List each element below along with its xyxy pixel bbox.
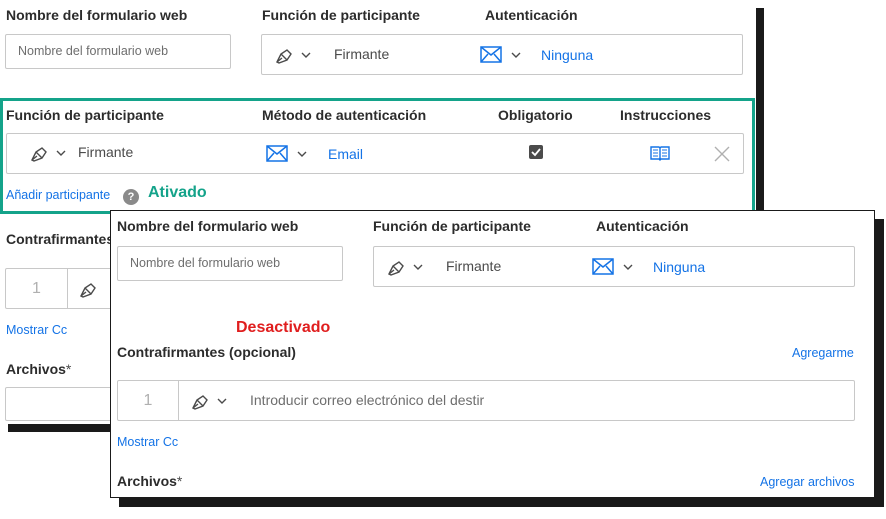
add-files-link[interactable]: Agregar archivos (760, 475, 855, 489)
required-label: Obligatorio (498, 107, 573, 123)
participant-role-value: Firmante (446, 258, 502, 274)
required-checkbox[interactable] (529, 145, 543, 159)
countersigners-label: Contrafirmantes (6, 231, 115, 247)
countersigner-row[interactable]: 1 Introducir correo electrónico del dest… (117, 380, 855, 421)
front-panel: Nombre del formulario web Función de par… (110, 210, 875, 498)
web-form-name-placeholder: Nombre del formulario web (130, 256, 281, 270)
chevron-down-icon[interactable] (55, 146, 67, 164)
instructions-label: Instrucciones (620, 107, 712, 123)
authentication-label: Autenticación (485, 7, 578, 23)
envelope-icon[interactable] (480, 46, 502, 68)
participant-role-label: Función de participante (6, 107, 164, 123)
participant-row[interactable]: Firmante Email (6, 133, 744, 174)
email-input-placeholder[interactable]: Introducir correo electrónico del destir (250, 392, 484, 408)
chevron-down-icon[interactable] (300, 48, 312, 66)
order-number: 1 (6, 269, 68, 308)
chevron-down-icon[interactable] (622, 260, 634, 278)
enabled-status: Ativado (148, 184, 207, 201)
chevron-down-icon[interactable] (412, 260, 424, 278)
envelope-icon[interactable] (266, 145, 288, 167)
pen-icon[interactable] (386, 257, 408, 282)
chevron-down-icon[interactable] (216, 394, 228, 412)
files-dropzone[interactable] (5, 387, 115, 421)
add-participant-link[interactable]: Añadir participante (6, 188, 110, 202)
auth-method-value[interactable]: Email (328, 146, 363, 162)
pen-icon[interactable] (274, 45, 296, 70)
web-form-name-label: Nombre del formulario web (117, 218, 299, 234)
countersigners-label: Contrafirmantes (opcional) (117, 344, 296, 360)
participant-row[interactable]: Firmante Ninguna (261, 34, 743, 75)
web-form-name-label: Nombre del formulario web (6, 7, 188, 23)
web-form-name-placeholder: Nombre del formulario web (18, 44, 169, 58)
pen-icon[interactable] (190, 391, 212, 416)
pen-icon[interactable] (78, 279, 100, 304)
show-cc-link[interactable]: Mostrar Cc (6, 323, 67, 337)
authentication-value[interactable]: Ninguna (541, 47, 593, 63)
authentication-label: Autenticación (596, 218, 689, 234)
chevron-down-icon[interactable] (296, 147, 308, 165)
participant-row[interactable]: Firmante Ninguna (373, 246, 855, 287)
auth-method-label: Método de autenticación (262, 107, 427, 123)
participant-role-label: Función de participante (262, 7, 420, 23)
close-icon[interactable] (714, 146, 730, 167)
web-form-name-input[interactable]: Nombre del formulario web (117, 246, 343, 281)
participant-role-label: Función de participante (373, 218, 531, 234)
pen-icon[interactable] (29, 143, 51, 168)
chevron-down-icon[interactable] (510, 48, 522, 66)
help-icon[interactable]: ? (123, 189, 139, 205)
book-icon[interactable] (650, 145, 670, 166)
disabled-status: Desactivado (236, 319, 331, 336)
add-me-link[interactable]: Agregarme (792, 346, 854, 360)
show-cc-link[interactable]: Mostrar Cc (117, 435, 178, 449)
countersigner-row[interactable]: 1 (5, 268, 115, 309)
envelope-icon[interactable] (592, 258, 614, 280)
enabled-highlight: Función de participante Método de autent… (0, 98, 755, 214)
participant-role-value: Firmante (334, 46, 390, 62)
authentication-value[interactable]: Ninguna (653, 259, 705, 275)
order-number: 1 (118, 381, 179, 420)
web-form-name-input[interactable]: Nombre del formulario web (5, 34, 231, 69)
participant-role-value: Firmante (78, 144, 134, 160)
files-label: Archivos* (6, 361, 72, 377)
files-label: Archivos* (117, 473, 183, 489)
